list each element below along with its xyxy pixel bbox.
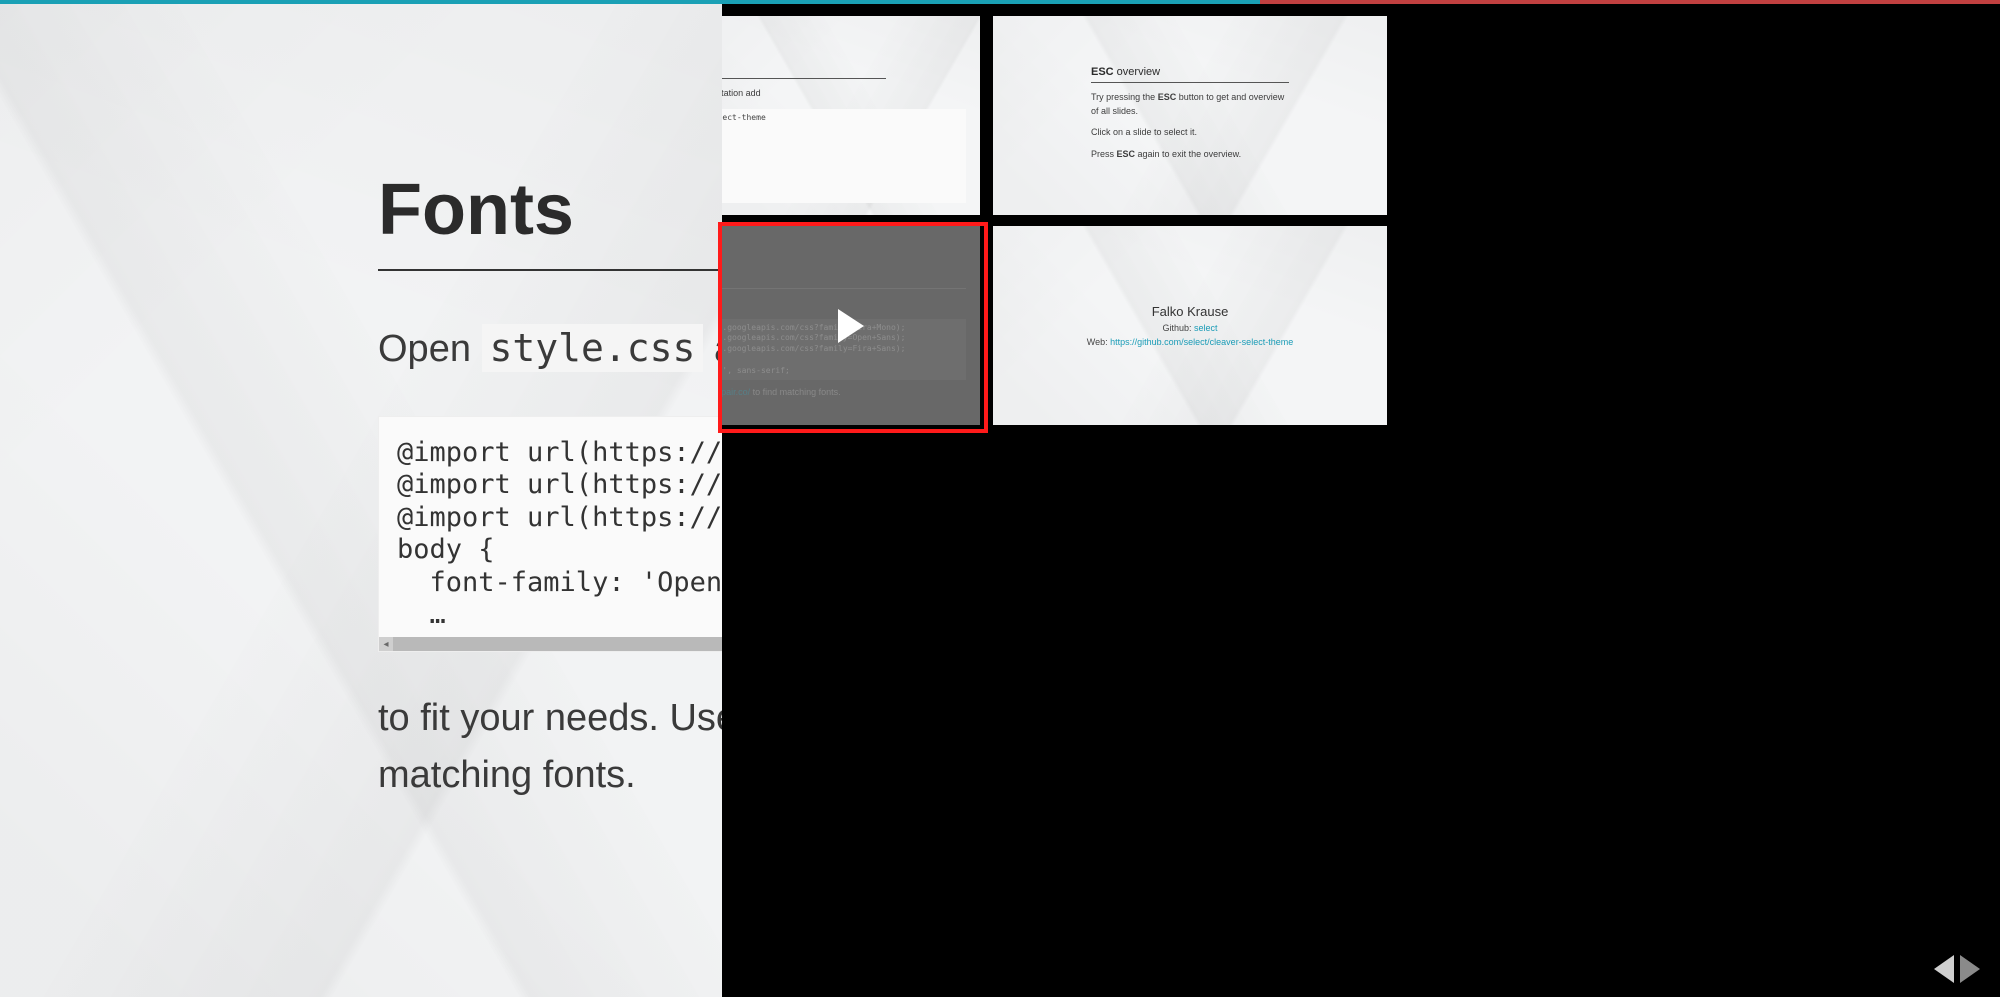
overview-slide-esc[interactable]: ESC overview Try pressing the ESC button… [993, 16, 1387, 215]
thumb-text: At the beginning of your presentation ad… [722, 87, 966, 101]
thumb-line1: Try pressing the ESC button to get and o… [1091, 91, 1289, 118]
presentation-overview: Fonts Open style.css and change @import … [0, 0, 2000, 997]
code-block-container: @import url(https://fonts.googleapis.com… [378, 416, 722, 652]
outro-pre: to fit your needs. Use [378, 697, 722, 739]
esc-bold: ESC [1091, 66, 1114, 78]
previous-slide-arrow-icon[interactable] [1934, 955, 1954, 983]
current-slide-panel: Fonts Open style.css and change @import … [0, 4, 722, 997]
slide-nav-controls [1934, 955, 1980, 983]
author-web: Web: https://github.com/select/cleaver-s… [1087, 337, 1293, 347]
progress-bar-complete [0, 0, 1260, 4]
overview-slide-author[interactable]: Falko Krause Github: select Web: https:/… [993, 226, 1387, 425]
slide-title: Fonts [378, 169, 722, 271]
scrollbar-left-arrow-icon[interactable]: ◂ [379, 637, 393, 651]
css-code-block: @import url(https://fonts.googleapis.com… [379, 417, 722, 639]
overview-slide-fonts-selected[interactable]: Fonts Open style.css and change @import … [722, 226, 980, 425]
thumb-title: ESC overview [1091, 66, 1289, 83]
github-link: select [1194, 323, 1218, 333]
intro-pre: Open [378, 328, 482, 370]
progress-bar-remaining [1260, 0, 2000, 4]
web-link: https://github.com/select/cleaver-select… [1110, 337, 1293, 347]
slide-outro-line1: to fit your needs. Use http://fontpair.c… [378, 692, 722, 745]
overview-slide-usage[interactable]: Usage At the beginning of your presentat… [722, 16, 980, 215]
slide-outro-line2: matching fonts. [378, 749, 722, 802]
thumb-title: Usage [722, 62, 886, 79]
slide-intro-text: Open style.css and change [378, 326, 722, 371]
play-icon[interactable] [838, 309, 864, 343]
thumb-line3: Press ESC again to exit the overview. [1091, 148, 1289, 162]
horizontal-scrollbar[interactable] [393, 637, 722, 651]
intro-code: style.css [482, 324, 704, 372]
intro-post: and change [703, 328, 722, 370]
next-slide-arrow-icon[interactable] [1960, 955, 1980, 983]
author-name: Falko Krause [1152, 304, 1229, 319]
thumb-code: theme: select/cleaver-select-theme title… [722, 109, 966, 203]
esc-heading-post: overview [1114, 66, 1160, 78]
author-github: Github: select [1162, 323, 1217, 333]
thumb-line2: Click on a slide to select it. [1091, 126, 1289, 140]
